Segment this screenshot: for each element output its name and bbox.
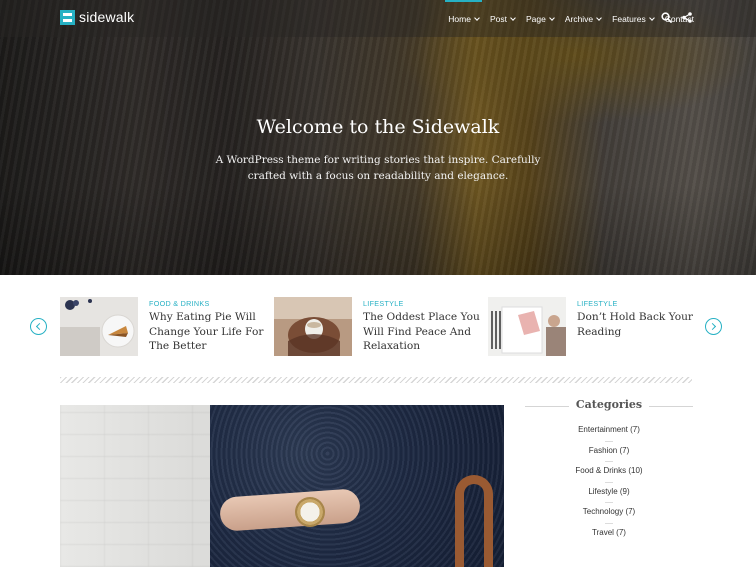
nav-item-features[interactable]: Features bbox=[612, 0, 655, 37]
logo-icon bbox=[60, 9, 75, 25]
category-link-lifestyle[interactable]: Lifestyle (9) bbox=[525, 481, 693, 503]
carousel-slide[interactable]: Lifestyle The Oddest Place You Will Find… bbox=[274, 297, 480, 357]
watch-shape bbox=[295, 497, 325, 527]
featured-posts-carousel: Food & Drinks Why Eating Pie Will Change… bbox=[0, 275, 756, 375]
bag-strap-shape bbox=[455, 475, 493, 567]
carousel-slide[interactable]: Food & Drinks Why Eating Pie Will Change… bbox=[60, 297, 263, 357]
main-menu: Home Post Page Archive Features Contact bbox=[437, 0, 694, 37]
category-link-travel[interactable]: Travel (7) bbox=[525, 522, 693, 544]
nav-label: Post bbox=[489, 13, 507, 24]
background-wall bbox=[60, 405, 220, 567]
carousel-next-button[interactable] bbox=[705, 318, 722, 335]
nav-icons bbox=[661, 12, 692, 23]
nav-item-archive[interactable]: Archive bbox=[564, 0, 602, 37]
post-category[interactable]: Lifestyle bbox=[363, 299, 404, 308]
top-navigation-bar: sidewalk Home Post Page Archive Features… bbox=[0, 0, 756, 37]
nav-item-home[interactable]: Home bbox=[445, 0, 482, 37]
category-link-food-drinks[interactable]: Food & Drinks (10) bbox=[525, 461, 693, 482]
featured-post-image[interactable] bbox=[60, 405, 504, 567]
categories-widget-title: Categories bbox=[525, 398, 693, 411]
nav-item-post[interactable]: Post bbox=[489, 0, 516, 37]
hero-title: Welcome to the Sidewalk bbox=[256, 116, 500, 138]
section-divider bbox=[60, 377, 692, 383]
post-title[interactable]: Don’t Hold Back Your Reading bbox=[577, 310, 695, 339]
search-icon[interactable] bbox=[661, 12, 672, 23]
nav-label: Home bbox=[448, 13, 471, 24]
nav-label: Archive bbox=[564, 13, 594, 24]
categories-list: Entertainment (7) Fashion (7) Food & Dri… bbox=[525, 420, 693, 543]
chevron-down-icon bbox=[648, 14, 655, 21]
carousel-slide[interactable]: Lifestyle Don’t Hold Back Your Reading bbox=[488, 297, 693, 357]
category-link-fashion[interactable]: Fashion (7) bbox=[525, 440, 693, 462]
post-thumbnail[interactable] bbox=[60, 297, 138, 356]
post-category[interactable]: Lifestyle bbox=[577, 299, 618, 308]
post-title[interactable]: The Oddest Place You Will Find Peace And… bbox=[363, 310, 481, 354]
post-thumbnail[interactable] bbox=[488, 297, 566, 356]
chevron-down-icon bbox=[548, 14, 555, 21]
carousel-prev-button[interactable] bbox=[30, 318, 47, 335]
chevron-down-icon bbox=[474, 14, 480, 21]
chevron-down-icon bbox=[596, 14, 602, 21]
share-icon[interactable] bbox=[682, 12, 692, 23]
nav-item-page[interactable]: Page bbox=[525, 0, 555, 37]
chevron-down-icon bbox=[510, 14, 516, 21]
nav-label: Features bbox=[612, 13, 646, 24]
hero-subtitle: A WordPress theme for writing stories th… bbox=[215, 154, 541, 182]
category-link-entertainment[interactable]: Entertainment (7) bbox=[525, 420, 693, 441]
logo-text: sidewalk bbox=[79, 9, 135, 25]
hero-overlay bbox=[0, 185, 756, 275]
site-logo[interactable]: sidewalk bbox=[60, 9, 134, 25]
nav-label: Page bbox=[525, 13, 546, 24]
post-title[interactable]: Why Eating Pie Will Change Your Life For… bbox=[149, 310, 267, 354]
post-category[interactable]: Food & Drinks bbox=[149, 299, 210, 308]
category-link-technology[interactable]: Technology (7) bbox=[525, 502, 693, 523]
post-thumbnail[interactable] bbox=[274, 297, 352, 356]
